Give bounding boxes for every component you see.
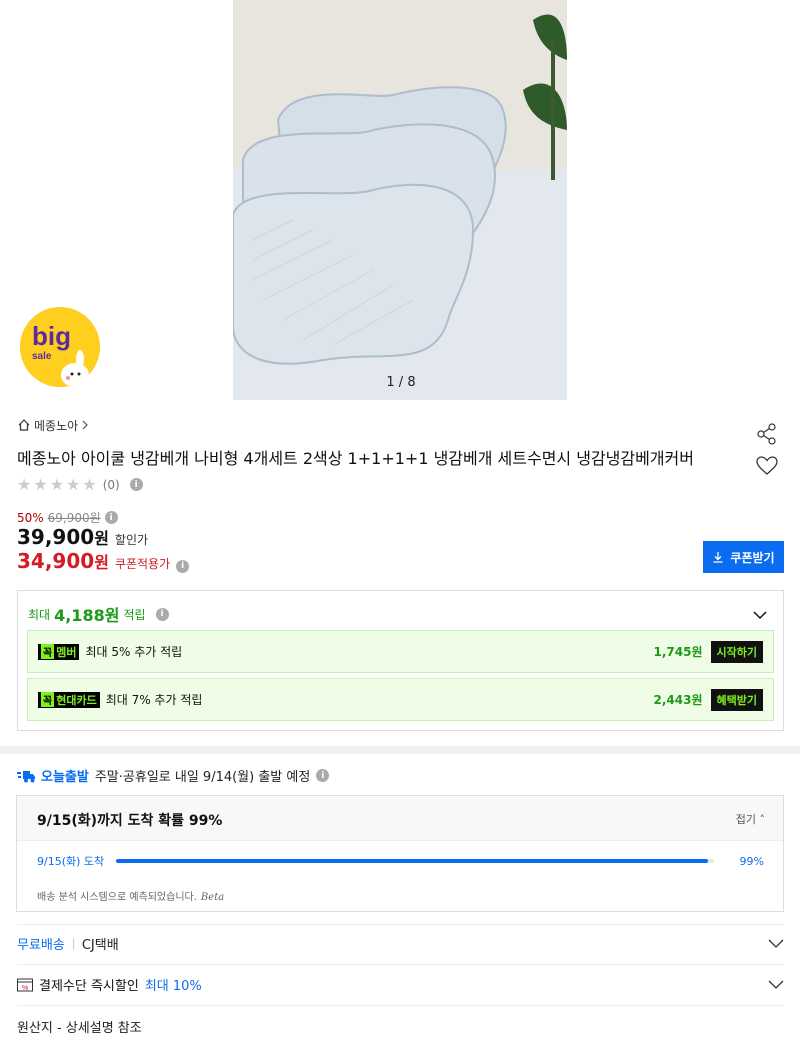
rating-stars: ★ ★ ★ ★ ★ (0) i (17, 475, 143, 494)
row-divider (17, 964, 784, 965)
benefit-hyundai-card: 꼭 현대카드 최대 7% 추가 적립 2,443원 혜택받기 (27, 678, 774, 721)
chevron-up-icon: ˄ (759, 813, 766, 826)
fold-toggle[interactable]: 접기 ˄ (736, 811, 765, 827)
original-price: 69,900원 (47, 511, 101, 525)
row-divider (17, 924, 784, 925)
star-icon: ★ (33, 475, 48, 494)
arrival-bar-label: 9/15(화) 도착 (37, 855, 105, 868)
coupon-download-label: 쿠폰받기 (730, 550, 775, 565)
tag-prefix: 꼭 (41, 644, 55, 659)
today-message: 주말·공휴일로 내일 9/14(월) 출발 예정 (94, 770, 311, 785)
info-icon[interactable]: i (316, 769, 330, 782)
discount-rate: 50% (17, 510, 44, 525)
get-benefit-button[interactable]: 혜택받기 (710, 688, 763, 711)
card-percent-icon: % (17, 978, 33, 992)
star-icon: ★ (66, 475, 81, 494)
points-summary[interactable]: 최대 4,188원 적립 i (28, 602, 169, 626)
today-badge: 오늘출발 (41, 770, 89, 785)
sale-price: 39,900 (17, 525, 95, 549)
coupon-price-row: 34,900원 쿠폰적용가 i (17, 549, 190, 573)
arrival-note: 배송 분석 시스템으로 예측되었습니다. Beta (37, 888, 224, 903)
sale-price-row: 39,900원 할인가 (17, 525, 148, 549)
coupon-price-unit: 원 (94, 553, 109, 572)
star-icon: ★ (17, 475, 32, 494)
arrival-percent: 99% (739, 854, 764, 868)
sale-price-unit: 원 (94, 529, 109, 548)
pay-text: 결제수단 즉시할인 (39, 979, 139, 994)
payment-discount-row[interactable]: % 결제수단 즉시할인 최대 10% (17, 975, 784, 994)
section-divider (0, 746, 800, 754)
points-amount: 4,188원 (54, 606, 120, 625)
tag-prefix: 꼭 (41, 692, 55, 707)
benefit-member: 꼭 멤버 최대 5% 추가 적립 1,745원 시작하기 (27, 630, 774, 673)
review-count: (0) (102, 477, 120, 492)
separator (72, 937, 74, 950)
member-tag: 꼭 멤버 (38, 643, 80, 660)
benefit-amount: 2,443원 (653, 693, 703, 707)
arrival-progress: 9/15(화) 도착 99% (37, 853, 764, 869)
tag-name: 멤버 (56, 645, 77, 659)
store-name: 메종노아 (34, 418, 79, 433)
svg-text:%: % (22, 985, 28, 992)
benefit-amount: 1,745원 (653, 645, 703, 659)
coupon-price: 34,900 (17, 549, 95, 573)
today-shipping-row: 오늘출발 주말·공휴일로 내일 9/14(월) 출발 예정 i (17, 766, 330, 785)
share-icon[interactable] (756, 423, 778, 449)
points-prefix: 최대 (28, 607, 51, 622)
points-suffix: 적립 (123, 607, 146, 622)
home-icon (18, 419, 30, 431)
sale-price-label: 할인가 (114, 533, 149, 547)
svg-text:big: big (32, 321, 71, 351)
product-image[interactable]: 1 / 8 (233, 0, 567, 400)
arrival-header: 9/15(화)까지 도착 확률 99% 접기 ˄ (17, 796, 783, 841)
benefit-text: 최대 7% 추가 적립 (105, 693, 203, 707)
info-icon[interactable]: i (155, 607, 169, 621)
chevron-down-icon (768, 980, 784, 989)
chevron-down-icon (768, 939, 784, 948)
pay-max: 최대 10% (144, 979, 202, 994)
info-icon[interactable]: i (104, 511, 118, 524)
image-counter: 1 / 8 (386, 375, 416, 390)
star-icon: ★ (49, 475, 65, 494)
progress-track (116, 859, 715, 863)
arrival-panel: 9/15(화)까지 도착 확률 99% 접기 ˄ 9/15(화) 도착 99% … (16, 795, 784, 912)
carrier: CJ택배 (81, 938, 119, 953)
chevron-down-icon[interactable] (753, 605, 767, 624)
big-sale-badge: big sale (20, 307, 100, 387)
shipping-row[interactable]: 무료배송 CJ택배 (17, 934, 784, 953)
svg-text:sale: sale (32, 351, 52, 362)
note-text: 배송 분석 시스템으로 예측되었습니다. (37, 892, 197, 903)
start-button[interactable]: 시작하기 (710, 640, 763, 663)
truck-icon (17, 770, 35, 782)
heart-icon[interactable] (756, 456, 778, 480)
card-tag: 꼭 현대카드 (38, 691, 100, 708)
store-link[interactable]: 메종노아 (17, 416, 89, 434)
coupon-price-label: 쿠폰적용가 (114, 557, 171, 571)
star-icon: ★ (82, 475, 97, 494)
info-icon[interactable]: i (129, 478, 143, 491)
product-title: 메종노아 아이쿨 냉감베개 나비형 4개세트 2색상 1+1+1+1 냉감베개 … (17, 449, 694, 468)
discount-row: 50% 69,900원 i (17, 509, 118, 526)
origin-info: 원산지 - 상세설명 참조 (17, 1021, 142, 1036)
benefit-text: 최대 5% 추가 적립 (85, 645, 183, 659)
chevron-right-icon (82, 420, 89, 430)
fold-label: 접기 (735, 813, 756, 826)
download-icon (713, 552, 723, 563)
points-panel: 최대 4,188원 적립 i 꼭 멤버 최대 5% 추가 적립 1,745원 시… (17, 590, 784, 731)
tag-name: 현대카드 (56, 693, 97, 707)
arrival-title: 9/15(화)까지 도착 확률 99% (37, 813, 223, 829)
info-icon[interactable]: i (176, 559, 190, 573)
row-divider (17, 1005, 784, 1006)
beta-label: Beta (200, 892, 225, 903)
progress-fill (116, 859, 709, 863)
free-shipping: 무료배송 (17, 938, 65, 953)
coupon-download-button[interactable]: 쿠폰받기 (703, 541, 784, 573)
